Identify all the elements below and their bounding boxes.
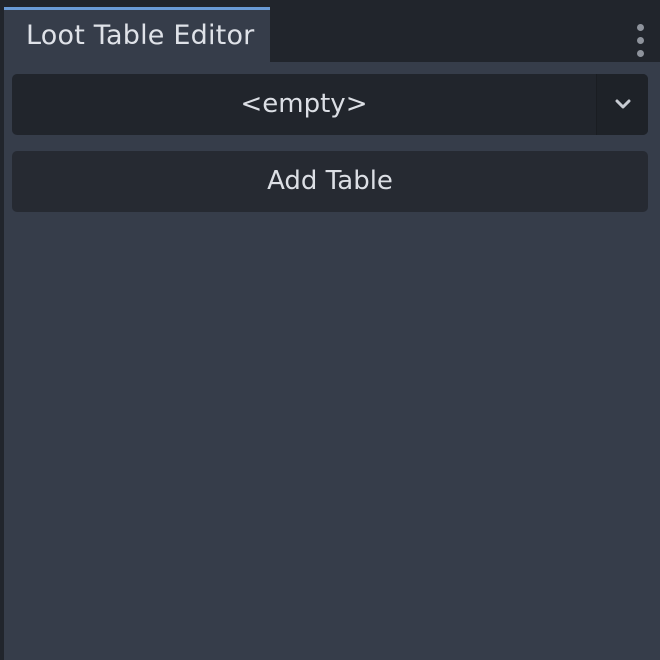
panel-menu-button[interactable] [620, 14, 660, 62]
tab-bar: Loot Table Editor [4, 7, 660, 62]
dropdown-arrow-button[interactable] [596, 74, 648, 135]
table-select-dropdown[interactable]: <empty> [12, 74, 648, 135]
table-select-value: <empty> [240, 89, 368, 119]
add-table-button[interactable]: Add Table [12, 151, 648, 212]
loot-table-panel: <empty> Add Table [4, 62, 660, 660]
chevron-down-icon [615, 99, 631, 109]
tab-label: Loot Table Editor [26, 20, 255, 51]
tab-loot-table-editor[interactable]: Loot Table Editor [4, 7, 270, 62]
kebab-vertical-icon [635, 24, 645, 60]
editor-frame: Loot Table Editor <empty> Add Table [0, 0, 660, 660]
